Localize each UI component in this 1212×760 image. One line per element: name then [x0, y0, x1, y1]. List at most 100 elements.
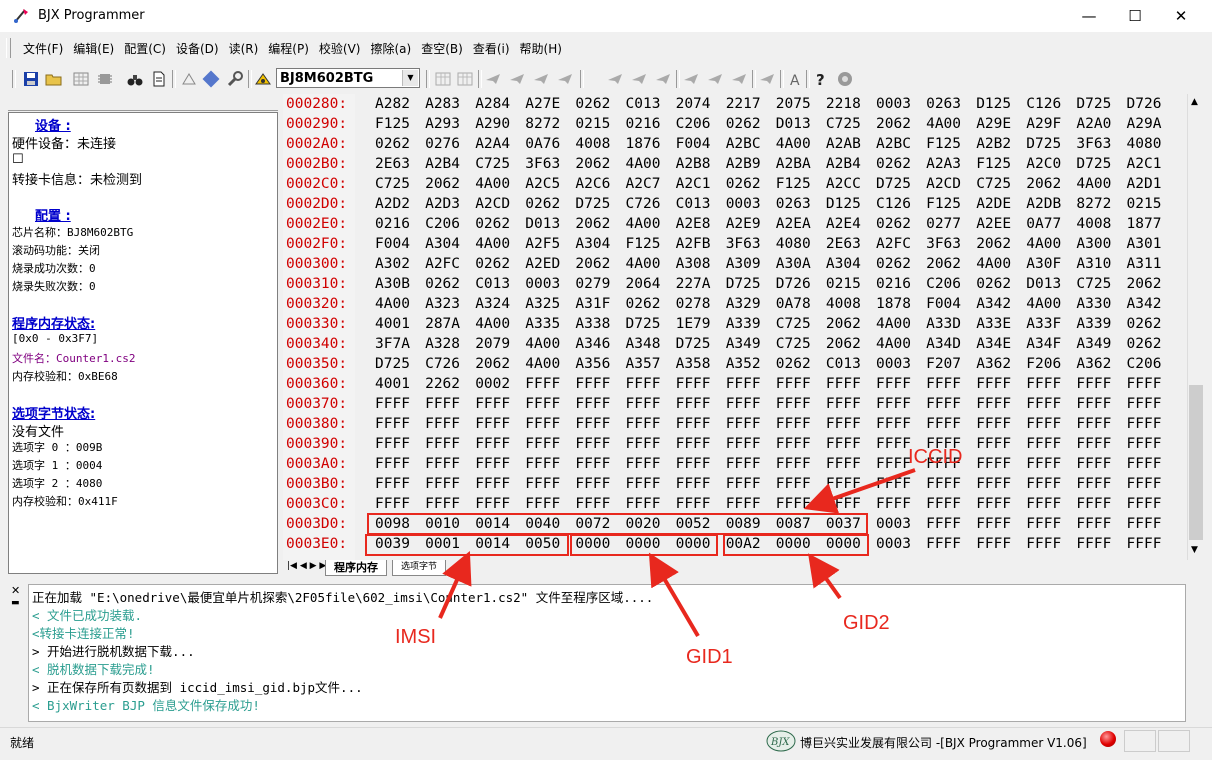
- hex-word[interactable]: FFFF: [575, 414, 610, 434]
- hex-row[interactable]: 0002D0: A2D2 A2D3 A2CD 0262 D725 C726 C013 0003 0…: [283, 194, 1185, 214]
- plane-icon[interactable]: [682, 70, 700, 88]
- hex-word[interactable]: A329: [726, 294, 761, 314]
- menu-help[interactable]: 帮助(H): [515, 36, 567, 62]
- hex-word[interactable]: FFFF: [826, 474, 861, 494]
- hex-word[interactable]: FFFF: [626, 434, 661, 454]
- hex-word[interactable]: A330: [1076, 294, 1111, 314]
- hex-word[interactable]: D125: [976, 94, 1011, 114]
- hex-word[interactable]: FFFF: [826, 414, 861, 434]
- hex-word[interactable]: 0278: [676, 294, 711, 314]
- hex-word[interactable]: A2BA: [776, 154, 811, 174]
- hex-word[interactable]: FFFF: [475, 394, 510, 414]
- hex-word[interactable]: A284: [475, 94, 510, 114]
- hex-word[interactable]: FFFF: [1127, 474, 1162, 494]
- chip-select-icon[interactable]: [254, 70, 272, 88]
- hex-word[interactable]: FFFF: [1076, 414, 1111, 434]
- hex-word[interactable]: 0A76: [525, 134, 560, 154]
- hex-word[interactable]: F004: [926, 294, 961, 314]
- hex-word[interactable]: C725: [375, 174, 410, 194]
- hex-word[interactable]: FFFF: [375, 494, 410, 514]
- settings-grid-icon[interactable]: [202, 70, 220, 88]
- hex-word[interactable]: C725: [1076, 274, 1111, 294]
- hex-word[interactable]: D726: [776, 274, 811, 294]
- hex-row[interactable]: 000340: 3F7A A328 2079 4A00 A346 A348 D725 A349 C…: [283, 334, 1185, 354]
- hex-word[interactable]: 2062: [876, 114, 911, 134]
- hex-word[interactable]: 4A00: [1026, 234, 1061, 254]
- hex-word[interactable]: FFFF: [926, 374, 961, 394]
- hex-word[interactable]: A339: [726, 314, 761, 334]
- hex-word[interactable]: A293: [425, 114, 460, 134]
- hex-word[interactable]: D125: [826, 194, 861, 214]
- hex-word[interactable]: FFFF: [1076, 474, 1111, 494]
- hex-word[interactable]: FFFF: [826, 434, 861, 454]
- hex-word[interactable]: FFFF: [1076, 434, 1111, 454]
- hex-word[interactable]: A357: [626, 354, 661, 374]
- hex-row[interactable]: 0002B0: 2E63 A2B4 C725 3F63 2062 4A00 A2B8 A2B9 A…: [283, 154, 1185, 174]
- hex-row[interactable]: 000330: 4001 287A 4A00 A335 A338 D725 1E79 A339 C…: [283, 314, 1185, 334]
- hex-word[interactable]: A338: [575, 314, 610, 334]
- hex-word[interactable]: FFFF: [1127, 374, 1162, 394]
- hex-word[interactable]: FFFF: [1076, 514, 1111, 534]
- hex-word[interactable]: 0262: [776, 354, 811, 374]
- hex-row[interactable]: 0002C0: C725 2062 4A00 A2C5 A2C6 A2C7 A2C1 0262 F…: [283, 174, 1185, 194]
- hex-word[interactable]: C013: [826, 354, 861, 374]
- hex-word[interactable]: FFFF: [1127, 414, 1162, 434]
- hex-scrollbar-thumb[interactable]: [1189, 385, 1203, 540]
- hex-word[interactable]: FFFF: [575, 454, 610, 474]
- hex-word[interactable]: 0262: [976, 274, 1011, 294]
- hex-word[interactable]: FFFF: [776, 434, 811, 454]
- tab-option-bytes[interactable]: 选项字节: [392, 560, 447, 576]
- hex-word[interactable]: A339: [1076, 314, 1111, 334]
- hex-row[interactable]: 0002F0: F004 A304 4A00 A2F5 A304 F125 A2FB 3F63 4…: [283, 234, 1185, 254]
- hex-word[interactable]: C126: [876, 194, 911, 214]
- hex-word[interactable]: 2064: [626, 274, 661, 294]
- hex-word[interactable]: C013: [676, 194, 711, 214]
- hex-word[interactable]: C013: [626, 94, 661, 114]
- hex-word[interactable]: FFFF: [425, 414, 460, 434]
- hex-word[interactable]: FFFF: [525, 394, 560, 414]
- hex-word[interactable]: 8272: [525, 114, 560, 134]
- hex-word[interactable]: A2B9: [726, 154, 761, 174]
- hex-word[interactable]: D013: [1026, 274, 1061, 294]
- hex-word[interactable]: FFFF: [375, 394, 410, 414]
- hex-word[interactable]: 0262: [1127, 314, 1162, 334]
- minimize-button[interactable]: —: [1066, 0, 1112, 32]
- hex-word[interactable]: 2062: [575, 254, 610, 274]
- hex-word[interactable]: FFFF: [776, 394, 811, 414]
- hex-word[interactable]: 287A: [425, 314, 460, 334]
- document-icon[interactable]: [150, 70, 168, 88]
- hex-word[interactable]: FFFF: [726, 414, 761, 434]
- hex-word[interactable]: A2D2: [375, 194, 410, 214]
- hex-word[interactable]: FFFF: [826, 454, 861, 474]
- hex-word[interactable]: D725: [575, 194, 610, 214]
- menu-file[interactable]: 文件(F): [18, 36, 68, 62]
- hex-word[interactable]: F125: [375, 114, 410, 134]
- hex-word[interactable]: FFFF: [776, 494, 811, 514]
- hex-word[interactable]: 0262: [876, 254, 911, 274]
- menu-device[interactable]: 设备(D): [171, 36, 224, 62]
- hex-word[interactable]: D725: [1026, 134, 1061, 154]
- hex-word[interactable]: FFFF: [676, 434, 711, 454]
- close-icon[interactable]: ✕: [11, 584, 20, 597]
- hex-word[interactable]: FFFF: [1026, 474, 1061, 494]
- hex-word[interactable]: A352: [726, 354, 761, 374]
- menu-program[interactable]: 编程(P): [263, 36, 314, 62]
- hex-word[interactable]: A325: [525, 294, 560, 314]
- hex-word[interactable]: FFFF: [1076, 534, 1111, 554]
- hex-word[interactable]: 0216: [876, 274, 911, 294]
- hex-word[interactable]: 4A00: [525, 334, 560, 354]
- hex-word[interactable]: A323: [425, 294, 460, 314]
- hex-word[interactable]: FFFF: [1076, 454, 1111, 474]
- hex-word[interactable]: A302: [375, 254, 410, 274]
- hex-word[interactable]: FFFF: [626, 454, 661, 474]
- hex-word[interactable]: FFFF: [1127, 494, 1162, 514]
- hex-word[interactable]: FFFF: [676, 474, 711, 494]
- hex-word[interactable]: FFFF: [1026, 514, 1061, 534]
- hex-word[interactable]: D725: [626, 314, 661, 334]
- hex-word[interactable]: 0216: [375, 214, 410, 234]
- hex-word[interactable]: FFFF: [475, 454, 510, 474]
- hex-word[interactable]: 0002: [475, 374, 510, 394]
- hex-word[interactable]: 2062: [575, 214, 610, 234]
- hex-word[interactable]: FFFF: [525, 414, 560, 434]
- hex-word[interactable]: A2ED: [525, 254, 560, 274]
